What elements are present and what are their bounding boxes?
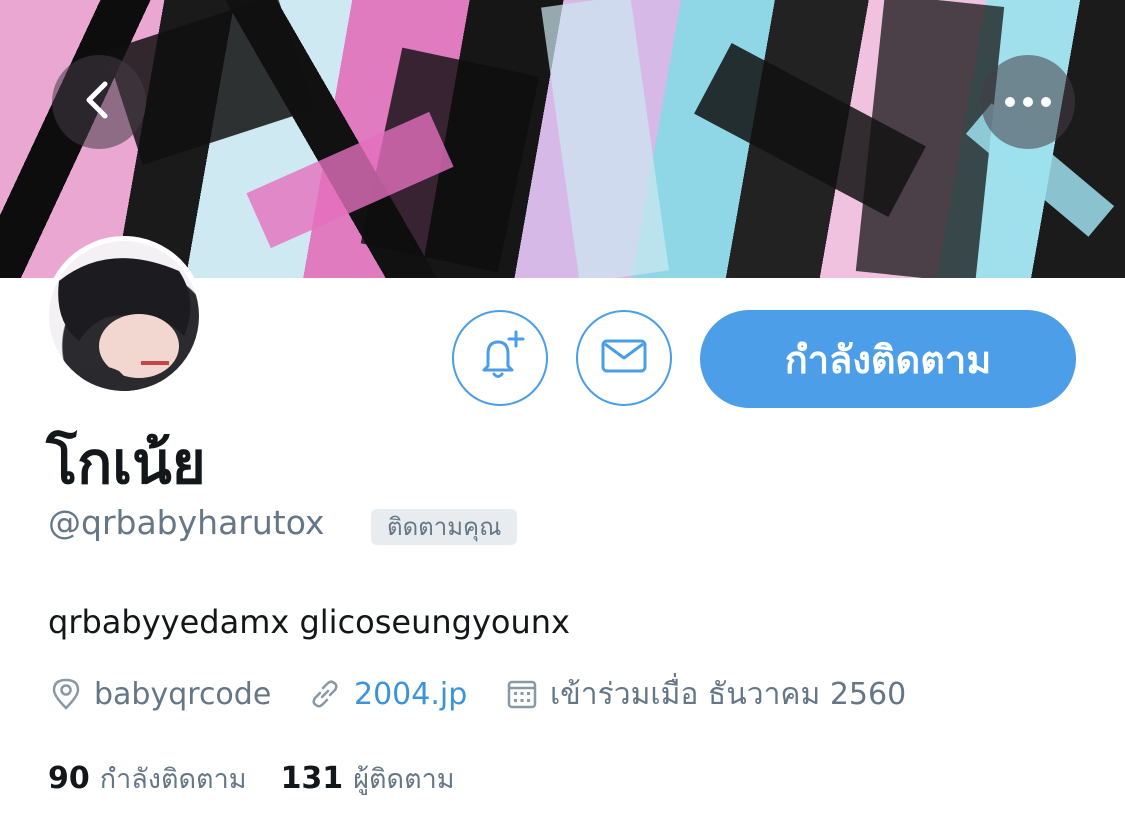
message-button[interactable] [576, 310, 672, 406]
followers-label[interactable]: ผู้ติดตาม [353, 757, 454, 800]
followers-count[interactable]: 131 [281, 761, 344, 796]
follow-stats: 90 กำลังติดตาม 131 ผู้ติดตาม [48, 757, 489, 800]
username-handle: @qrbabyharutox [48, 503, 325, 542]
avatar[interactable] [44, 236, 204, 396]
profile-banner[interactable] [0, 0, 1125, 278]
ellipsis-icon [1003, 93, 1053, 112]
envelope-icon [599, 336, 649, 380]
location-pin-icon [50, 677, 82, 711]
following-button-label: กำลังติดตาม [784, 337, 992, 382]
avatar-photo [49, 241, 199, 391]
location: babyqrcode [50, 672, 271, 716]
bio: qrbabyyedamx glicoseungyounx [48, 603, 570, 641]
location-text: babyqrcode [94, 676, 272, 712]
website[interactable]: 2004.jp [308, 672, 467, 716]
more-options-button[interactable] [981, 55, 1075, 149]
website-link[interactable]: 2004.jp [354, 677, 467, 712]
following-label[interactable]: กำลังติดตาม [100, 757, 247, 800]
display-name: โกเน้ย [46, 429, 206, 497]
chevron-left-icon [79, 78, 119, 126]
join-date-text: เข้าร่วมเมื่อ ธันวาคม 2560 [550, 676, 907, 712]
follows-you-badge: ติดตามคุณ [371, 509, 518, 545]
link-icon [308, 677, 342, 711]
back-button[interactable] [52, 55, 146, 149]
notifications-button[interactable] [452, 310, 548, 406]
calendar-icon [506, 678, 538, 710]
following-button[interactable]: กำลังติดตาม [700, 310, 1076, 408]
following-count[interactable]: 90 [48, 761, 90, 796]
bell-plus-icon [470, 326, 530, 390]
join-date: เข้าร่วมเมื่อ ธันวาคม 2560 [506, 672, 906, 716]
banner-splash [541, 0, 669, 278]
